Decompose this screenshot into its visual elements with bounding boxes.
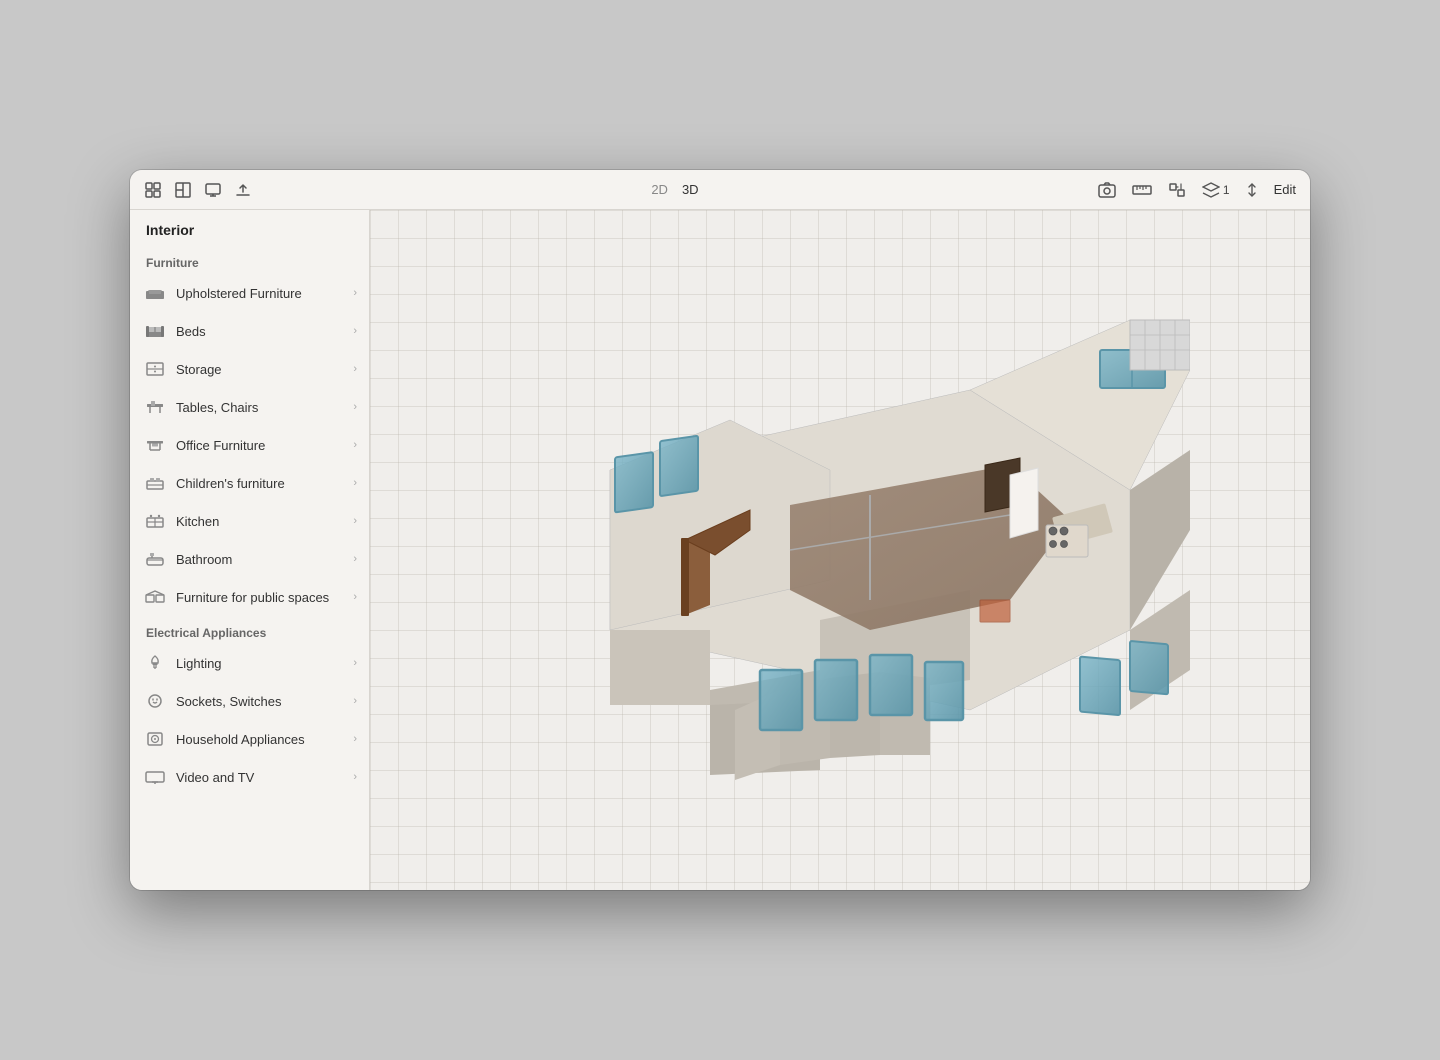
- furniture-public-chevron: ›: [353, 591, 357, 603]
- furniture-section-label: Furniture: [130, 246, 369, 274]
- 3d-mode-button[interactable]: 3D: [682, 182, 699, 197]
- screenshot-icon[interactable]: [1098, 182, 1116, 198]
- sidebar: Interior Furniture Upholstered Furniture…: [130, 210, 370, 890]
- video-tv-label: Video and TV: [176, 770, 343, 785]
- lighting-chevron: ›: [353, 657, 357, 669]
- household-appliances-label: Household Appliances: [176, 732, 343, 747]
- monitor-icon[interactable]: [204, 181, 222, 199]
- toolbar-icons: [144, 181, 252, 199]
- childrens-furniture-chevron: ›: [353, 477, 357, 489]
- toolbar-right: 1 Edit: [1098, 182, 1296, 198]
- sidebar-item-kitchen[interactable]: Kitchen ›: [130, 502, 369, 540]
- 2d-mode-button[interactable]: 2D: [651, 182, 668, 197]
- upholstered-furniture-chevron: ›: [353, 287, 357, 299]
- toolbar: 2D 3D: [130, 170, 1310, 210]
- storage-chevron: ›: [353, 363, 357, 375]
- settings-chevron[interactable]: [1246, 182, 1258, 198]
- upholstered-furniture-label: Upholstered Furniture: [176, 286, 343, 301]
- tv-icon: [144, 766, 166, 788]
- childrens-icon: [144, 472, 166, 494]
- beds-chevron: ›: [353, 325, 357, 337]
- snap-icon[interactable]: [1168, 182, 1186, 198]
- sidebar-item-sockets-switches[interactable]: Sockets, Switches ›: [130, 682, 369, 720]
- appliances-icon: [144, 728, 166, 750]
- office-furniture-label: Office Furniture: [176, 438, 343, 453]
- main-area: Interior Furniture Upholstered Furniture…: [130, 210, 1310, 890]
- sidebar-item-household-appliances[interactable]: Household Appliances ›: [130, 720, 369, 758]
- kitchen-icon: [144, 510, 166, 532]
- layers-icon[interactable]: 1: [1202, 182, 1230, 198]
- childrens-furniture-label: Children's furniture: [176, 476, 343, 491]
- beds-label: Beds: [176, 324, 343, 339]
- video-tv-chevron: ›: [353, 771, 357, 783]
- household-appliances-chevron: ›: [353, 733, 357, 745]
- view-mode-toggle: 2D 3D: [651, 182, 698, 197]
- sockets-switches-label: Sockets, Switches: [176, 694, 343, 709]
- sofa-icon: [144, 282, 166, 304]
- layout-icon[interactable]: [174, 181, 192, 199]
- sidebar-item-bathroom[interactable]: Bathroom ›: [130, 540, 369, 578]
- sidebar-item-childrens-furniture[interactable]: Children's furniture ›: [130, 464, 369, 502]
- office-furniture-chevron: ›: [353, 439, 357, 451]
- ruler-icon[interactable]: [1132, 182, 1152, 198]
- electrical-section-label: Electrical Appliances: [130, 616, 369, 644]
- kitchen-label: Kitchen: [176, 514, 343, 529]
- grid-icon[interactable]: [144, 181, 162, 199]
- layers-count: 1: [1223, 183, 1230, 197]
- sockets-switches-chevron: ›: [353, 695, 357, 707]
- tables-chairs-chevron: ›: [353, 401, 357, 413]
- table-icon: [144, 396, 166, 418]
- sidebar-item-tables-chairs[interactable]: Tables, Chairs ›: [130, 388, 369, 426]
- bed-icon: [144, 320, 166, 342]
- sidebar-title: Interior: [130, 210, 369, 246]
- sidebar-item-storage[interactable]: Storage ›: [130, 350, 369, 388]
- furniture-public-label: Furniture for public spaces: [176, 590, 343, 605]
- kitchen-chevron: ›: [353, 515, 357, 527]
- upload-icon[interactable]: [234, 181, 252, 199]
- canvas-area[interactable]: [370, 210, 1310, 890]
- sidebar-item-office-furniture[interactable]: Office Furniture ›: [130, 426, 369, 464]
- bathroom-chevron: ›: [353, 553, 357, 565]
- floor-plan-view: [490, 310, 1190, 790]
- bathroom-icon: [144, 548, 166, 570]
- lighting-icon: [144, 652, 166, 674]
- public-spaces-icon: [144, 586, 166, 608]
- socket-icon: [144, 690, 166, 712]
- storage-label: Storage: [176, 362, 343, 377]
- sidebar-item-lighting[interactable]: Lighting ›: [130, 644, 369, 682]
- sidebar-item-video-tv[interactable]: Video and TV ›: [130, 758, 369, 796]
- storage-icon: [144, 358, 166, 380]
- lighting-label: Lighting: [176, 656, 343, 671]
- edit-button[interactable]: Edit: [1274, 182, 1296, 197]
- sidebar-item-beds[interactable]: Beds ›: [130, 312, 369, 350]
- sidebar-item-upholstered-furniture[interactable]: Upholstered Furniture ›: [130, 274, 369, 312]
- sidebar-item-furniture-public[interactable]: Furniture for public spaces ›: [130, 578, 369, 616]
- office-icon: [144, 434, 166, 456]
- app-window: 2D 3D: [130, 170, 1310, 890]
- bathroom-label: Bathroom: [176, 552, 343, 567]
- tables-chairs-label: Tables, Chairs: [176, 400, 343, 415]
